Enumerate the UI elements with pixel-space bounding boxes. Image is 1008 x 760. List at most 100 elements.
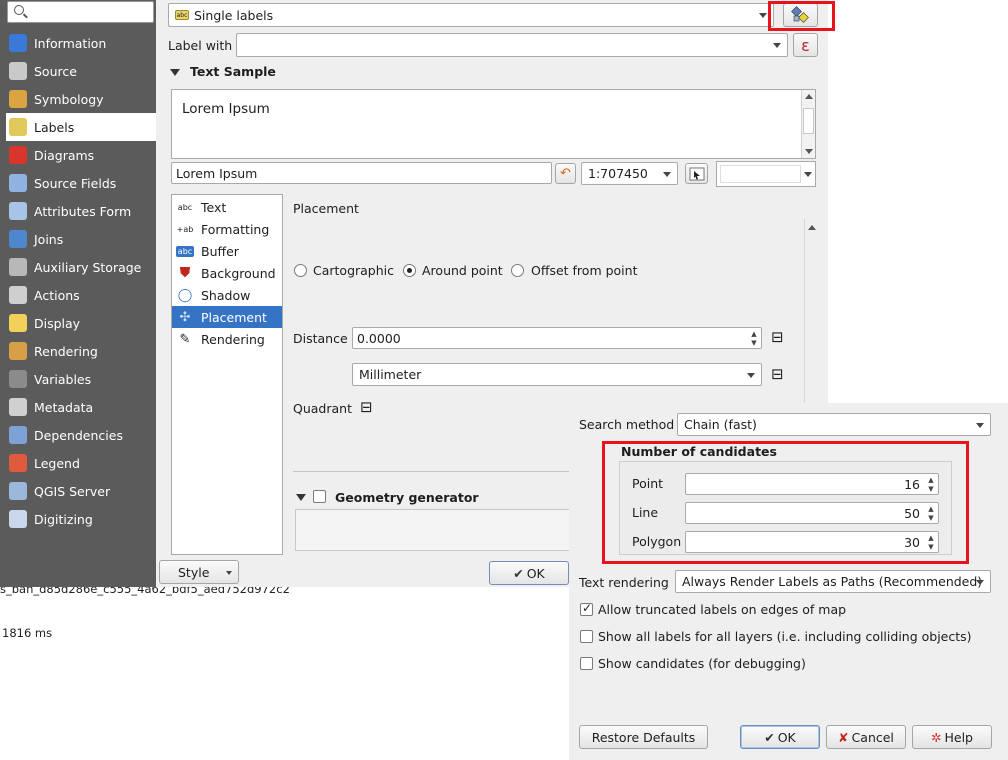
undo-arrow-icon: ↶: [560, 166, 571, 181]
tab-placement[interactable]: ✣ Placement: [172, 306, 282, 328]
option-checkbox[interactable]: [580, 601, 593, 616]
tab-rendering[interactable]: ✎ Rendering: [172, 328, 282, 350]
geometry-generator-checkbox[interactable]: [313, 490, 326, 503]
collapse-triangle-icon[interactable]: [170, 69, 180, 76]
cartographic-radio[interactable]: [294, 264, 307, 277]
collapse-triangle-icon[interactable]: [296, 494, 306, 501]
legend-icon: [9, 454, 27, 472]
sidebar-item-labels[interactable]: Labels: [6, 113, 156, 141]
sidebar-item-legend[interactable]: Legend: [6, 449, 156, 477]
label-settings-tab-list: abc Text +ab Formatting abc Buffer ⛊ Background…: [171, 194, 283, 555]
restore-defaults-button[interactable]: Restore Defaults: [579, 725, 708, 749]
sidebar-item-joins[interactable]: Joins: [6, 225, 156, 253]
distance-unit-combo[interactable]: Millimeter: [352, 363, 762, 386]
style-button[interactable]: Style: [159, 560, 239, 584]
tab-formatting[interactable]: +ab Formatting: [172, 218, 282, 240]
dialog-help-button[interactable]: ✲ Help: [912, 725, 992, 749]
search-icon: [14, 5, 24, 15]
distance-unit-value: Millimeter: [359, 367, 422, 382]
single-labels-icon: abc: [175, 10, 189, 20]
qgis-server-icon: [9, 482, 27, 500]
sidebar-item-display[interactable]: Display: [6, 309, 156, 337]
tab-formatting-icon: +ab: [176, 224, 194, 234]
label-with-combo[interactable]: [236, 33, 788, 57]
quadrant-data-defined-icon[interactable]: ⊟: [360, 398, 373, 416]
distance-label: Distance: [293, 331, 348, 346]
diagrams-icon: [9, 146, 27, 164]
sidebar-item-symbology[interactable]: Symbology: [6, 85, 156, 113]
joins-icon: [9, 230, 27, 248]
background-color-button[interactable]: [716, 161, 816, 187]
offset-from-point-radio[interactable]: [511, 264, 524, 277]
sample-text-value: Lorem Ipsum: [176, 165, 258, 181]
tab-label: Shadow: [201, 287, 251, 303]
digitizing-icon: [9, 510, 27, 528]
tab-rendering-icon: ✎: [179, 331, 191, 347]
sidebar-item-label: Auxiliary Storage: [34, 259, 142, 275]
scale-combo[interactable]: 1:707450: [581, 162, 678, 185]
search-method-combo[interactable]: Chain (fast): [677, 413, 991, 436]
tab-text[interactable]: abc Text: [172, 196, 282, 218]
pick-scale-button[interactable]: [685, 163, 708, 184]
spin-buttons[interactable]: ▲ ▼: [748, 329, 760, 347]
expression-button[interactable]: ε: [793, 33, 818, 57]
cancel-x-icon: ✘: [838, 729, 849, 745]
label-mode-combo[interactable]: abc Single labels: [168, 3, 774, 27]
sidebar-item-auxiliary-storage[interactable]: Auxiliary Storage: [6, 253, 156, 281]
sidebar-item-source-fields[interactable]: Source Fields: [6, 169, 156, 197]
text-rendering-value: Always Render Labels as Paths (Recommend…: [682, 574, 983, 589]
sidebar-item-actions[interactable]: Actions: [6, 281, 156, 309]
option-checkbox-label: Show candidates (for debugging): [598, 656, 806, 671]
sidebar-item-label: Information: [34, 35, 107, 51]
text-rendering-combo[interactable]: Always Render Labels as Paths (Recommend…: [675, 570, 991, 593]
quadrant-label: Quadrant: [293, 401, 352, 416]
data-defined-override-icon[interactable]: ⊟: [771, 328, 784, 346]
preview-scrollbar[interactable]: [801, 90, 815, 158]
sidebar-item-label: Joins: [34, 231, 64, 247]
source-wrench-icon: [9, 62, 27, 80]
sidebar-item-digitizing[interactable]: Digitizing: [6, 505, 156, 533]
data-defined-override-icon[interactable]: ⊟: [771, 365, 784, 383]
sidebar-item-variables[interactable]: Variables: [6, 365, 156, 393]
sidebar-item-attributes-form[interactable]: Attributes Form: [6, 197, 156, 225]
text-rendering-label: Text rendering: [579, 575, 669, 590]
tab-label: Buffer: [201, 243, 239, 259]
sidebar-item-label: Source: [34, 63, 77, 79]
map-pick-icon: [689, 167, 704, 180]
label-with-label: Label with: [168, 38, 233, 53]
tab-buffer[interactable]: abc Buffer: [172, 240, 282, 262]
distance-spinbox[interactable]: 0.0000 ▲ ▼: [352, 327, 762, 349]
sidebar-item-source[interactable]: Source: [6, 57, 156, 85]
sidebar-item-dependencies[interactable]: Dependencies: [6, 421, 156, 449]
terminal-line: 1816 ms: [2, 626, 53, 640]
sidebar-item-information[interactable]: Information: [6, 29, 156, 57]
source-fields-icon: [9, 174, 27, 192]
option-checkbox[interactable]: [580, 657, 593, 670]
dialog-ok-button[interactable]: ✔ OK: [740, 725, 820, 749]
sidebar-item-diagrams[interactable]: Diagrams: [6, 141, 156, 169]
dialog-cancel-button[interactable]: ✘ Cancel: [826, 725, 906, 749]
tab-background[interactable]: ⛊ Background: [172, 262, 282, 284]
sidebar-search-input[interactable]: [7, 1, 154, 23]
sidebar-item-label: Labels: [34, 119, 75, 135]
around-point-radio[interactable]: [403, 264, 416, 277]
tab-background-icon: ⛊: [179, 265, 191, 281]
chevron-down-icon: [226, 571, 232, 575]
tab-shadow[interactable]: ◯ Shadow: [172, 284, 282, 306]
geometry-generator-label: Geometry generator: [335, 490, 479, 505]
option-checkbox[interactable]: [580, 630, 593, 643]
tab-label: Rendering: [201, 331, 265, 347]
ok-button[interactable]: ✔ OK: [489, 561, 569, 585]
sidebar-item-rendering[interactable]: Rendering: [6, 337, 156, 365]
ok-check-icon: ✔: [764, 729, 775, 745]
placement-scrollbar[interactable]: [804, 219, 818, 403]
sample-text-input[interactable]: Lorem Ipsum: [171, 162, 552, 184]
ok-check-icon: ✔: [513, 565, 524, 581]
sidebar-item-metadata[interactable]: Metadata: [6, 393, 156, 421]
distance-value: 0.0000: [357, 330, 401, 346]
sidebar-item-label: Actions: [34, 287, 80, 303]
labels-abc-icon: [9, 118, 27, 136]
reset-sample-button[interactable]: ↶: [555, 163, 576, 184]
sidebar-item-label: Legend: [34, 455, 80, 471]
sidebar-item-qgis-server[interactable]: QGIS Server: [6, 477, 156, 505]
